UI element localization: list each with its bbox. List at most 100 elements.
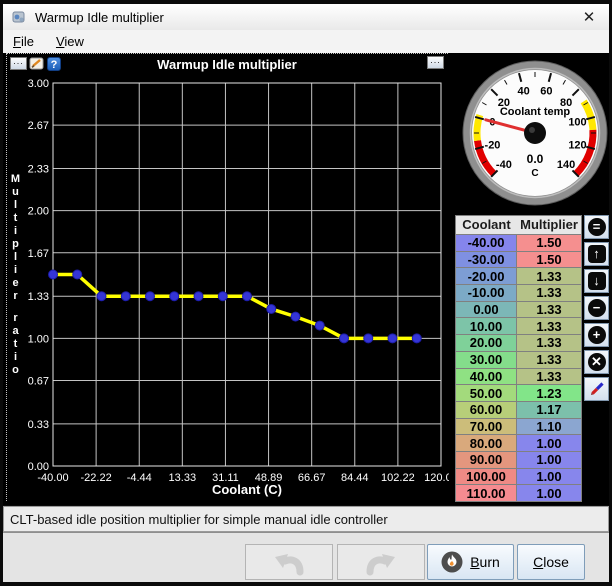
data-point[interactable]: [388, 334, 397, 343]
coolant-cell[interactable]: 30.00: [456, 351, 517, 368]
table-row: 20.001.33: [456, 334, 581, 351]
coolant-cell[interactable]: -10.00: [456, 284, 517, 301]
close-window-button[interactable]: ✕: [577, 8, 601, 26]
coolant-cell[interactable]: 0.00: [456, 301, 517, 318]
equalize-values-button[interactable]: =: [584, 215, 609, 239]
warmup-curve-chart[interactable]: 0.000.330.671.001.331.672.002.332.673.00…: [7, 54, 449, 502]
coolant-cell[interactable]: 20.00: [456, 334, 517, 351]
data-point[interactable]: [170, 292, 179, 301]
multiplier-cell[interactable]: 1.33: [517, 284, 581, 301]
edit-pencil-button[interactable]: [584, 377, 609, 401]
data-point[interactable]: [267, 304, 276, 313]
table-row: 40.001.33: [456, 368, 581, 385]
redo-icon: [363, 548, 399, 576]
table-row: 50.001.23: [456, 384, 581, 401]
plus-button[interactable]: +: [584, 323, 609, 347]
table-row: 80.001.00: [456, 434, 581, 451]
coolant-cell[interactable]: 100.00: [456, 468, 517, 485]
footer-bar: Burn Close: [3, 532, 609, 583]
decrease-values-button[interactable]: ↓: [584, 269, 609, 293]
data-point[interactable]: [340, 334, 349, 343]
multiplier-cell[interactable]: 1.33: [517, 351, 581, 368]
multiplier-cell[interactable]: 1.50: [517, 251, 581, 268]
warmup-table: CoolantMultiplier -40.001.50-30.001.50-2…: [455, 215, 582, 502]
multiplier-cell[interactable]: 1.10: [517, 418, 581, 435]
svg-text:40: 40: [517, 85, 529, 97]
multiplier-cell[interactable]: 1.00: [517, 451, 581, 468]
edit-notes-icon[interactable]: [29, 56, 45, 71]
data-point[interactable]: [73, 270, 82, 279]
data-point[interactable]: [412, 334, 421, 343]
window-bottom-edge: [0, 582, 612, 586]
multiplier-cell[interactable]: 1.33: [517, 267, 581, 284]
coolant-cell[interactable]: 50.00: [456, 384, 517, 401]
coolant-cell[interactable]: -40.00: [456, 234, 517, 251]
burn-button[interactable]: Burn: [427, 544, 514, 580]
coolant-cell[interactable]: 60.00: [456, 401, 517, 418]
multiplier-cell[interactable]: 1.33: [517, 301, 581, 318]
multiplier-cell[interactable]: 1.00: [517, 434, 581, 451]
multiplier-cell[interactable]: 1.17: [517, 401, 581, 418]
status-bar: CLT-based idle position multiplier for s…: [3, 506, 609, 532]
table-row: -40.001.50: [456, 234, 581, 251]
clear-icon: ✕: [588, 353, 606, 371]
table-row: 70.001.10: [456, 418, 581, 435]
undo-button[interactable]: [245, 544, 333, 580]
data-point[interactable]: [364, 334, 373, 343]
coolant-cell[interactable]: 110.00: [456, 484, 517, 501]
coolant-cell[interactable]: 90.00: [456, 451, 517, 468]
column-header-multiplier: Multiplier: [517, 216, 581, 234]
multiplier-cell[interactable]: 1.33: [517, 334, 581, 351]
chart-toolbar-left: ... ?: [10, 56, 61, 71]
table-row: -10.001.33: [456, 284, 581, 301]
panel-detach-button[interactable]: ...: [427, 56, 444, 69]
svg-text:-40: -40: [496, 159, 512, 171]
coolant-cell[interactable]: -30.00: [456, 251, 517, 268]
chart-title: Warmup Idle multiplier: [7, 57, 447, 72]
coolant-cell[interactable]: 80.00: [456, 434, 517, 451]
coolant-cell[interactable]: 10.00: [456, 317, 517, 334]
data-point[interactable]: [49, 270, 58, 279]
multiplier-cell[interactable]: 1.33: [517, 317, 581, 334]
window-title: Warmup Idle multiplier: [35, 10, 164, 25]
data-point[interactable]: [243, 292, 252, 301]
panel-menu-button[interactable]: ...: [10, 57, 27, 70]
gauge-title: Coolant temp: [500, 106, 571, 118]
data-point[interactable]: [146, 292, 155, 301]
minus-button[interactable]: −: [584, 296, 609, 320]
data-point[interactable]: [121, 292, 130, 301]
decrease-values-icon: ↓: [588, 272, 606, 290]
svg-text:3.00: 3.00: [28, 78, 49, 90]
svg-text:100: 100: [568, 117, 586, 129]
multiplier-cell[interactable]: 1.00: [517, 484, 581, 501]
menu-view[interactable]: View: [56, 34, 84, 49]
data-point[interactable]: [315, 321, 324, 330]
svg-text:140: 140: [557, 159, 575, 171]
data-point[interactable]: [218, 292, 227, 301]
coolant-temp-gauge: -40-20020406080100120140Coolant temp0.0C: [462, 60, 608, 206]
table-row: -20.001.33: [456, 267, 581, 284]
data-point[interactable]: [291, 312, 300, 321]
table-header: CoolantMultiplier: [456, 216, 581, 234]
gauge-units: C: [531, 168, 538, 179]
multiplier-cell[interactable]: 1.23: [517, 384, 581, 401]
menu-file[interactable]: File: [13, 34, 34, 49]
table-row: 0.001.33: [456, 301, 581, 318]
multiplier-cell[interactable]: 1.00: [517, 468, 581, 485]
multiplier-cell[interactable]: 1.33: [517, 368, 581, 385]
data-point[interactable]: [97, 292, 106, 301]
data-point[interactable]: [194, 292, 203, 301]
increase-values-button[interactable]: ↑: [584, 242, 609, 266]
close-button[interactable]: Close: [517, 544, 585, 580]
app-icon: [11, 9, 27, 25]
coolant-cell[interactable]: 70.00: [456, 418, 517, 435]
clear-button[interactable]: ✕: [584, 350, 609, 374]
coolant-cell[interactable]: 40.00: [456, 368, 517, 385]
gauge-value: 0.0: [527, 152, 544, 166]
coolant-cell[interactable]: -20.00: [456, 267, 517, 284]
equalize-values-icon: =: [588, 218, 606, 236]
help-button[interactable]: ?: [47, 57, 61, 71]
svg-text:60: 60: [540, 85, 552, 97]
multiplier-cell[interactable]: 1.50: [517, 234, 581, 251]
redo-button[interactable]: [337, 544, 425, 580]
